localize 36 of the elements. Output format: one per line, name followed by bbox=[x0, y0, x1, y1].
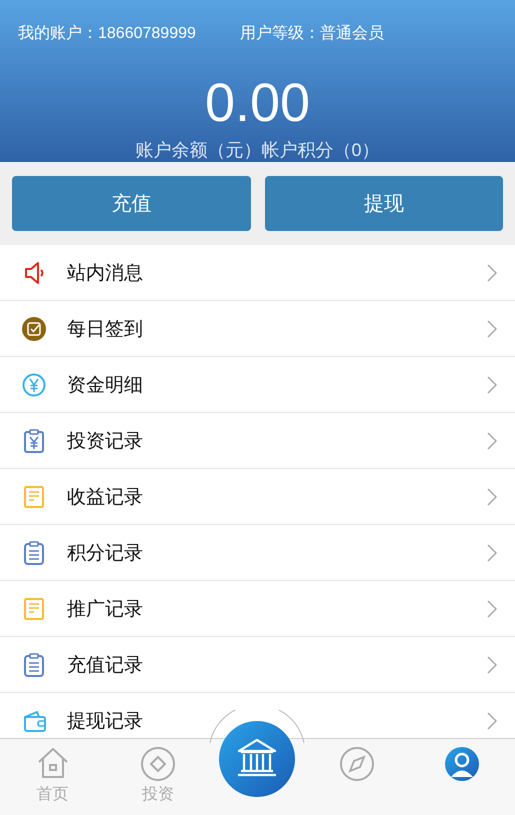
document-icon bbox=[22, 596, 46, 620]
menu-item[interactable]: 收益记录 bbox=[67, 484, 487, 510]
menu-item[interactable]: 投资记录 bbox=[67, 428, 487, 454]
menu-item[interactable]: 站内消息 bbox=[67, 260, 487, 286]
wallet-icon bbox=[22, 708, 46, 732]
chevron-right-icon bbox=[487, 432, 497, 450]
document-icon bbox=[22, 484, 46, 508]
menu-item[interactable]: 提现记录 bbox=[67, 708, 487, 734]
balance-amount: 0.00 bbox=[204, 73, 312, 133]
user-level: 用户等级：普通会员 bbox=[240, 23, 384, 44]
speaker-icon bbox=[22, 260, 46, 284]
balance-caption: 账户余额（元）帐户积分（0） bbox=[134, 139, 380, 162]
menu-item[interactable]: 积分记录 bbox=[67, 540, 487, 566]
yen-icon bbox=[22, 372, 46, 396]
clipboard-icon bbox=[22, 428, 46, 452]
chevron-right-icon bbox=[487, 320, 497, 338]
chevron-right-icon bbox=[487, 656, 497, 674]
menu-item[interactable]: 资金明细 bbox=[67, 372, 487, 398]
compass-icon bbox=[338, 746, 375, 782]
chevron-right-icon bbox=[487, 544, 497, 562]
clipboard-icon bbox=[22, 540, 46, 564]
menu-item[interactable]: 充值记录 bbox=[67, 652, 487, 678]
clipboard-icon bbox=[22, 652, 46, 676]
chevron-right-icon bbox=[487, 376, 497, 394]
chevron-right-icon bbox=[487, 264, 497, 282]
menu-item[interactable]: 推广记录 bbox=[67, 596, 487, 622]
chevron-right-icon bbox=[487, 712, 497, 730]
chevron-right-icon bbox=[487, 600, 497, 618]
user-icon bbox=[444, 746, 480, 782]
bank-tab[interactable] bbox=[219, 721, 295, 797]
chevron-right-icon bbox=[487, 488, 497, 506]
withdraw-button[interactable]: 提现 bbox=[264, 176, 503, 231]
account-number: 我的账户：18660789999 bbox=[18, 24, 196, 44]
menu-item[interactable]: 每日签到 bbox=[67, 316, 487, 342]
checkbox-icon bbox=[22, 316, 46, 340]
recharge-button[interactable]: 充值 bbox=[12, 176, 250, 231]
